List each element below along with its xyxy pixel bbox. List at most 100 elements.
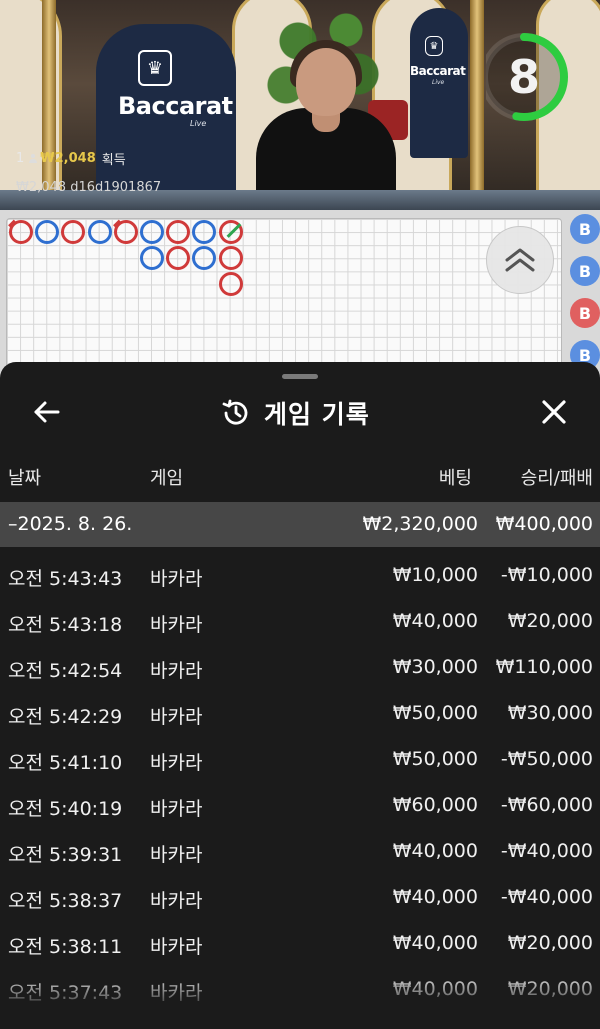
row-game: 바카라: [150, 844, 203, 866]
table-row[interactable]: 오전 5:43:43 바카라 ₩10,000 -₩10,000: [0, 550, 600, 596]
column-header-bet: 베팅: [438, 468, 472, 489]
table-row[interactable]: 오전 5:41:10 바카라 ₩50,000 -₩50,000: [0, 734, 600, 780]
sheet-title-group: 게임 기록: [220, 396, 370, 430]
player-bead: [87, 220, 112, 244]
date-group-row[interactable]: –2025. 8. 26. ₩2,320,000 ₩400,000: [0, 502, 600, 547]
row-winloss: ₩110,000: [495, 656, 593, 678]
bead-road: BBBB: [0, 210, 600, 380]
row-time: 오전 5:43:43: [8, 568, 123, 590]
user-icon: [28, 153, 38, 164]
row-winloss: -₩40,000: [500, 886, 593, 908]
prediction-column: BBBB: [568, 214, 600, 374]
row-time: 오전 5:41:10: [8, 752, 123, 774]
row-winloss: ₩20,000: [507, 610, 593, 632]
win-amount: ₩2,048: [40, 151, 96, 166]
dealer-head: [296, 48, 356, 116]
winner-info: 1 ₩2,048 획득: [16, 149, 126, 168]
row-time: 오전 5:38:37: [8, 890, 123, 912]
row-bet: ₩50,000: [392, 748, 478, 770]
row-bet: ₩40,000: [392, 932, 478, 954]
back-button[interactable]: [28, 394, 64, 430]
player-bead: [140, 220, 164, 244]
prediction-bead: B: [570, 256, 600, 286]
history-icon: [222, 399, 248, 425]
row-bet: ₩40,000: [392, 840, 478, 862]
banker-bead: [218, 246, 243, 271]
arrow-left-icon: [34, 401, 60, 423]
row-game: 바카라: [150, 660, 203, 682]
baccarat-logo-text: Baccarat: [118, 92, 233, 120]
table-row[interactable]: 오전 5:39:31 바카라 ₩40,000 -₩40,000: [0, 826, 600, 872]
row-winloss: -₩50,000: [500, 748, 593, 770]
row-bet: ₩40,000: [392, 978, 478, 1000]
table-row[interactable]: 오전 5:40:19 바카라 ₩60,000 -₩60,000: [0, 780, 600, 826]
sheet-title: 게임 기록: [264, 400, 370, 429]
table-row[interactable]: 오전 5:38:37 바카라 ₩40,000 -₩40,000: [0, 872, 600, 918]
row-game: 바카라: [150, 982, 203, 1004]
row-bet: ₩50,000: [392, 702, 478, 724]
double-chevron-up-icon: [505, 248, 535, 272]
row-winloss: -₩40,000: [500, 840, 593, 862]
player-bead: [140, 246, 164, 271]
row-bet: ₩30,000: [392, 656, 478, 678]
row-game: 바카라: [150, 706, 203, 728]
game-history-sheet: 게임 기록 날짜 게임 베팅 승리/패배 –2025. 8. 26. ₩2,32…: [0, 362, 600, 1029]
date-group-label: –2025. 8. 26.: [8, 513, 133, 535]
banker-bead: [166, 220, 191, 244]
baccarat-logo-sub: Live: [190, 119, 207, 128]
live-video: ♛ Baccarat Live ♛ Baccarat Live 1 ₩2,048…: [0, 0, 600, 210]
row-winloss: ₩30,000: [507, 702, 593, 724]
gold-column: [42, 0, 56, 210]
row-game: 바카라: [150, 568, 203, 590]
chef-logo-icon: ♛: [425, 36, 443, 56]
banker-bead: [218, 272, 243, 297]
table-row[interactable]: 오전 5:37:43 바카라 ₩40,000 ₩20,000: [0, 964, 600, 1010]
column-header-date: 날짜: [8, 468, 42, 489]
table-row[interactable]: 오전 5:38:11 바카라 ₩40,000 ₩20,000: [0, 918, 600, 964]
row-bet: ₩60,000: [392, 794, 478, 816]
countdown-timer: 8: [480, 22, 582, 132]
close-button[interactable]: [536, 394, 572, 430]
row-time: 오전 5:43:18: [8, 614, 123, 636]
date-group-winloss: ₩400,000: [495, 513, 593, 535]
close-icon: [542, 400, 566, 424]
baccarat-logo-sub-small: Live: [432, 79, 445, 86]
row-time: 오전 5:39:31: [8, 844, 123, 866]
table-row[interactable]: 오전 5:42:29 바카라 ₩50,000 ₩30,000: [0, 688, 600, 734]
row-winloss: ₩20,000: [507, 932, 593, 954]
players-count: 1: [16, 151, 25, 166]
row-time: 오전 5:37:43: [8, 982, 123, 1004]
column-header-game: 게임: [150, 468, 184, 489]
row-game: 바카라: [150, 798, 203, 820]
win-suffix: 획득: [101, 153, 126, 168]
table-row[interactable]: 오전 5:42:54 바카라 ₩30,000 ₩110,000: [0, 642, 600, 688]
prediction-bead: B: [570, 298, 600, 328]
player-bead: [35, 220, 60, 244]
row-time: 오전 5:42:54: [8, 660, 123, 682]
drag-handle[interactable]: [282, 374, 318, 379]
balance-id: ₩2,048 d16d1901867: [16, 180, 162, 195]
table-row[interactable]: 오전 5:43:18 바카라 ₩40,000 ₩20,000: [0, 596, 600, 642]
row-winloss: -₩60,000: [500, 794, 593, 816]
row-bet: ₩10,000: [392, 564, 478, 586]
row-time: 오전 5:38:11: [8, 936, 123, 958]
table-header: 날짜 게임 베팅 승리/패배: [0, 462, 600, 494]
row-bet: ₩40,000: [392, 610, 478, 632]
chef-logo-icon: ♛: [138, 50, 172, 86]
row-winloss: -₩10,000: [500, 564, 593, 586]
column-header-winloss: 승리/패배: [520, 468, 593, 489]
date-group-bet: ₩2,320,000: [362, 513, 478, 535]
row-time: 오전 5:42:29: [8, 706, 123, 728]
countdown-number: 8: [507, 50, 540, 104]
row-game: 바카라: [150, 614, 203, 636]
gold-column: [470, 0, 484, 210]
row-game: 바카라: [150, 936, 203, 958]
sheet-header: 게임 기록: [0, 382, 600, 444]
row-game: 바카라: [150, 752, 203, 774]
baccarat-logo-text-small: Baccarat: [410, 64, 466, 78]
row-time: 오전 5:40:19: [8, 798, 123, 820]
row-game: 바카라: [150, 890, 203, 912]
expand-button[interactable]: [486, 226, 554, 294]
prediction-bead: B: [570, 214, 600, 244]
road-grid: [6, 218, 562, 372]
